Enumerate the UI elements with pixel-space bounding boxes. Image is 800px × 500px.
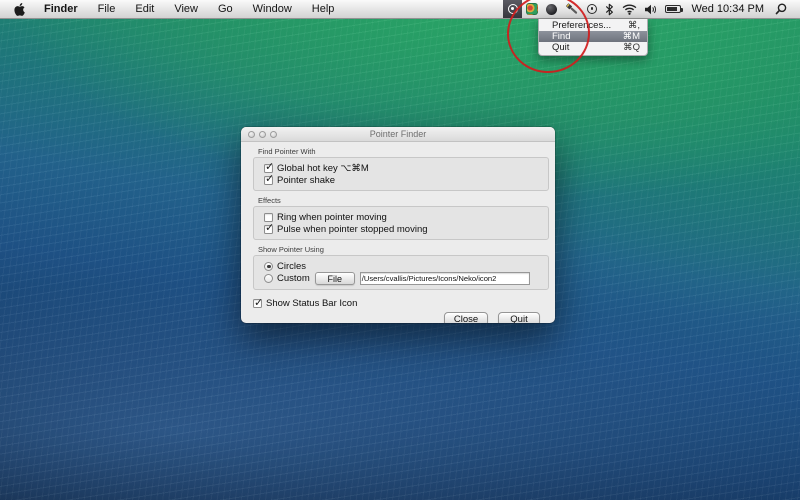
zoom-window-button[interactable]: [270, 131, 277, 138]
checkbox-label: Ring when pointer moving: [277, 212, 387, 223]
menu-item-label: Preferences...: [552, 20, 611, 31]
show-status-bar-icon-checkbox[interactable]: [253, 299, 262, 308]
section-label-find-pointer-with: Find Pointer With: [258, 147, 549, 156]
colorful-app-menu-extra[interactable]: [522, 0, 542, 18]
spotlight-menu-extra[interactable]: [771, 0, 791, 18]
colorful-app-icon: [526, 3, 538, 15]
radio-label: Custom: [277, 273, 310, 284]
menu-item-shortcut: ⌘,: [628, 20, 640, 31]
custom-radio[interactable]: [264, 274, 273, 283]
file-button[interactable]: File: [315, 272, 355, 285]
custom-icon-path-field[interactable]: /Users/cvallis/Pictures/Icons/Neko/icon2: [360, 272, 530, 285]
menu-item-quit[interactable]: Quit ⌘Q: [539, 42, 647, 53]
menu-finder[interactable]: Finder: [34, 0, 88, 18]
checkbox-label: Pointer shake: [277, 175, 335, 186]
checkbox-row-show-status-bar-icon[interactable]: Show Status Bar Icon: [253, 298, 549, 309]
pointer-finder-status-menu: Preferences... ⌘, Find ⌘M Quit ⌘Q: [538, 19, 648, 56]
apple-icon: [14, 3, 25, 16]
window-title: Pointer Finder: [241, 129, 555, 139]
group-box-find-pointer-with: Global hot key ⌥⌘M Pointer shake: [253, 157, 549, 191]
menu-item-shortcut: ⌘M: [623, 31, 640, 42]
dark-app-menu-extra[interactable]: [542, 0, 561, 18]
menu-item-preferences[interactable]: Preferences... ⌘,: [539, 20, 647, 31]
pointer-finder-window: Pointer Finder Find Pointer With Global …: [241, 127, 555, 323]
window-body: Find Pointer With Global hot key ⌥⌘M Poi…: [241, 142, 555, 323]
pointer-finder-menu-extra[interactable]: [503, 0, 522, 18]
menu-go[interactable]: Go: [208, 0, 243, 18]
volume-menu-extra[interactable]: [641, 0, 661, 18]
checkbox-row-pulse-when-stopped[interactable]: Pulse when pointer stopped moving: [264, 223, 540, 235]
checkbox-row-pointer-shake[interactable]: Pointer shake: [264, 174, 540, 186]
quit-button[interactable]: Quit: [498, 312, 540, 323]
checkbox-label: Pulse when pointer stopped moving: [277, 224, 428, 235]
pulse-when-stopped-checkbox[interactable]: [264, 225, 273, 234]
target-menu-extra[interactable]: [583, 0, 601, 18]
checkbox-label: Show Status Bar Icon: [266, 298, 357, 309]
window-button-row: Close Quit: [253, 312, 540, 323]
pointer-shake-checkbox[interactable]: [264, 176, 273, 185]
window-titlebar[interactable]: Pointer Finder: [241, 127, 555, 142]
volume-icon: [645, 4, 657, 15]
target-icon: [587, 4, 597, 14]
minimize-window-button[interactable]: [259, 131, 266, 138]
close-button[interactable]: Close: [444, 312, 488, 323]
menu-item-label: Find: [552, 31, 570, 42]
spotlight-icon: [775, 3, 787, 15]
status-icons-area: Wed 10:34 PM: [503, 0, 800, 18]
close-window-button[interactable]: [248, 131, 255, 138]
checkbox-row-global-hot-key[interactable]: Global hot key ⌥⌘M: [264, 162, 540, 174]
flashlight-icon: [565, 2, 579, 16]
checkbox-label: Global hot key ⌥⌘M: [277, 163, 369, 174]
radio-row-custom[interactable]: Custom File /Users/cvallis/Pictures/Icon…: [264, 272, 540, 285]
menu-file[interactable]: File: [88, 0, 126, 18]
checkbox-row-ring-when-moving[interactable]: Ring when pointer moving: [264, 211, 540, 223]
wifi-menu-extra[interactable]: [618, 0, 641, 18]
flashlight-menu-extra[interactable]: [561, 0, 583, 18]
wifi-icon: [622, 4, 637, 15]
bluetooth-menu-extra[interactable]: [601, 0, 618, 18]
menu-view[interactable]: View: [164, 0, 208, 18]
menu-help[interactable]: Help: [302, 0, 345, 18]
menu-edit[interactable]: Edit: [125, 0, 164, 18]
dark-app-icon: [546, 4, 557, 15]
menu-window[interactable]: Window: [243, 0, 302, 18]
circles-radio[interactable]: [264, 262, 273, 271]
bluetooth-icon: [605, 3, 614, 16]
section-label-show-pointer-using: Show Pointer Using: [258, 245, 549, 254]
ring-target-icon: [508, 4, 518, 14]
radio-label: Circles: [277, 261, 306, 272]
menu-item-label: Quit: [552, 42, 569, 53]
menu-item-find[interactable]: Find ⌘M: [539, 31, 647, 42]
group-box-show-pointer-using: Circles Custom File /Users/cvallis/Pictu…: [253, 255, 549, 290]
menu-bar-left: Finder File Edit View Go Window Help: [0, 0, 344, 18]
radio-row-circles[interactable]: Circles: [264, 260, 540, 272]
battery-menu-extra[interactable]: [661, 0, 685, 18]
section-label-effects: Effects: [258, 196, 549, 205]
menu-bar-clock[interactable]: Wed 10:34 PM: [685, 3, 771, 15]
group-box-effects: Ring when pointer moving Pulse when poin…: [253, 206, 549, 240]
battery-icon: [665, 5, 681, 13]
traffic-lights: [248, 131, 277, 138]
menu-bar: Finder File Edit View Go Window Help: [0, 0, 800, 19]
apple-menu[interactable]: [0, 3, 34, 16]
menu-item-shortcut: ⌘Q: [623, 42, 640, 53]
